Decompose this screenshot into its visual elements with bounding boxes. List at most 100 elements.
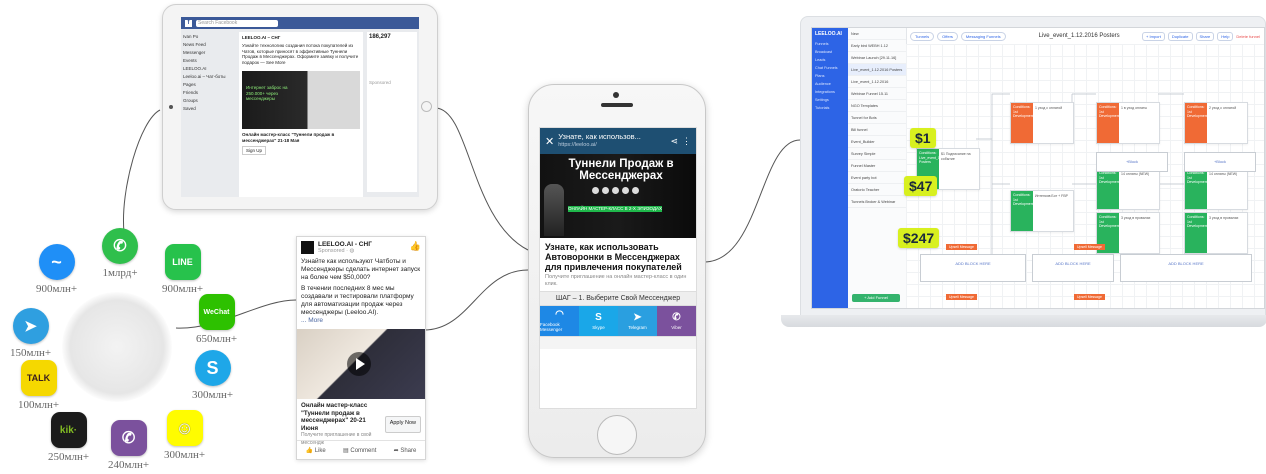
editor-nav-item[interactable]: Audience [812, 80, 848, 88]
funnel-list-item-selected[interactable]: Live_event_1.12.2016 Posters [848, 64, 906, 76]
node-text: 2 уход с оплатой [1209, 106, 1237, 110]
comment-button[interactable]: ▤ Comment [343, 447, 376, 454]
funnel-node[interactable]: Conditions: 1st Development 3 уход в про… [1184, 212, 1248, 254]
tab-tunnels[interactable]: Tunnels [910, 31, 935, 41]
app-kik: kik· 250млн+ [48, 412, 89, 463]
editor-nav-item[interactable]: Tutorials [812, 104, 848, 112]
funnel-node[interactable]: Conditions: 1st Development 1 уход с опл… [1010, 102, 1074, 144]
ad-headline: Онлайн мастер-класс "Туннели продаж в ме… [301, 402, 368, 432]
share-icon[interactable]: ⋖ [670, 136, 678, 147]
ad-more-link[interactable]: ... More [297, 317, 425, 325]
post-page-name[interactable]: LEELOO.AI – СНГ [242, 35, 360, 40]
funnel-list-item[interactable]: Oratorio Teacher [848, 184, 906, 196]
editor-nav-item[interactable]: Funnels [812, 40, 848, 48]
add-block-placeholder[interactable]: +Block [1096, 152, 1168, 172]
editor-nav-item[interactable]: Settings [812, 96, 848, 104]
share-button[interactable]: Share [1195, 31, 1215, 41]
app-telegram: ➤ 150млн+ [10, 308, 51, 359]
phone-home-button[interactable] [597, 415, 637, 455]
app-line: LINE 900млн+ [162, 244, 203, 295]
phone-screen: ✕ Узнате, как использов... https://leelo… [539, 127, 697, 409]
skype-icon: S [194, 350, 231, 386]
like-button[interactable]: 👍 Like [306, 447, 326, 454]
funnel-list-item[interactable]: Webinar Launch [29.11.16] [848, 52, 906, 64]
telegram-icon: ➤ [12, 308, 49, 344]
funnel-list-item[interactable]: Live_event_1.12.2016 [848, 76, 906, 88]
funnel-list-item[interactable]: NGO Templates [848, 100, 906, 112]
ad-video[interactable] [297, 329, 425, 399]
sidebar-item[interactable]: Events [183, 56, 235, 64]
editor-nav-item[interactable]: Broadcast [812, 48, 848, 56]
funnel-node[interactable]: Conditions: 1st Development 3 уход в про… [1096, 212, 1160, 254]
ad-page-name[interactable]: LEELOO.AI - СНГ [318, 241, 372, 248]
sidebar-item[interactable]: Groups [183, 96, 235, 104]
skype-icon: S [595, 311, 602, 323]
page-logo-icon [301, 241, 314, 254]
sidebar-item[interactable]: LEELOO.AI [183, 64, 235, 72]
price-badge: $247 [898, 228, 940, 248]
tab-offers[interactable]: Offers [937, 31, 958, 41]
sidebar-item[interactable]: Leeloo.ai – Чат-боты [183, 72, 235, 80]
sidebar-item[interactable]: Pages [183, 80, 235, 88]
more-menu-icon[interactable]: ⋮ [682, 136, 691, 147]
editor-nav-item[interactable]: Leads [812, 56, 848, 64]
messenger-button-telegram[interactable]: ➤ Telegram [618, 306, 657, 336]
facebook-right-column: 186,297 Sponsored [367, 32, 417, 192]
funnel-list-item[interactable]: Event_Builder [848, 136, 906, 148]
delete-funnel-button[interactable]: Delete funnel [1236, 34, 1260, 39]
messenger-button-facebook[interactable]: ◠ Facebook Messenger [540, 306, 579, 336]
funnel-canvas[interactable]: Conditions: Live_event_1.12.2016 Posters… [906, 44, 1264, 308]
apply-now-button[interactable]: Apply Now [384, 416, 421, 433]
funnel-list-item[interactable]: Funnel Master [848, 160, 906, 172]
duplicate-button[interactable]: Duplicate [1167, 31, 1193, 41]
node-header: Conditions: 1st Development [1097, 103, 1120, 143]
funnel-list-item[interactable]: Webinar Funnel 15.11 [848, 88, 906, 100]
editor-brand: LEELOO.AI [815, 31, 842, 37]
tab-messaging-funnels[interactable]: Messaging Funnels [960, 31, 1006, 41]
editor-nav-item[interactable]: Plans [812, 72, 848, 80]
post-cta-button[interactable]: Sign Up [242, 146, 267, 155]
sidebar-item[interactable]: Ivan Po [183, 32, 235, 40]
help-button[interactable]: Help [1217, 31, 1234, 41]
app-wechat: WeChat 650млн+ [196, 294, 237, 345]
funnel-list-item[interactable]: New [848, 28, 906, 40]
share-button[interactable]: ➦ Share [394, 447, 417, 454]
editor-nav-item[interactable]: Chat Funnels [812, 64, 848, 72]
funnel-node[interactable]: Conditions: 1st Development Интенсив Бот… [1010, 190, 1074, 232]
sidebar-item[interactable]: News Feed [183, 40, 235, 48]
funnel-node[interactable]: Conditions: 1st Development 14 оплаты (N… [1184, 168, 1248, 210]
upsell-tag: Upsell Message [1074, 294, 1105, 300]
add-funnel-button[interactable]: + Add Funnel [852, 294, 900, 302]
funnel-list-item[interactable]: Survey Simple [848, 148, 906, 160]
editor-nav-item[interactable]: Integrations [812, 88, 848, 96]
funnel-list-item[interactable]: Tunnels Broker & Webinar [848, 196, 906, 208]
add-block-placeholder[interactable]: ADD BLOCK HERE [920, 254, 1026, 282]
funnel-node[interactable]: Conditions: 1st Development 2 уход с опл… [1184, 102, 1248, 144]
play-icon[interactable] [347, 352, 371, 376]
hero-title: Туннели Продаж в Мессенджерах [568, 158, 674, 182]
landing-hero: Туннели Продаж в Мессенджерах ОНЛАЙН МАС… [540, 154, 696, 238]
funnel-list-item[interactable]: Tunnel for Bots [848, 112, 906, 124]
funnel-list-item[interactable]: Early bird WEBH 1.12 [848, 40, 906, 52]
add-block-placeholder[interactable]: +Block [1184, 152, 1256, 172]
post-image[interactable]: Интернет заброс на 250.000+ через мессен… [242, 71, 360, 129]
add-block-placeholder[interactable]: ADD BLOCK HERE [1032, 254, 1114, 282]
funnel-list-item[interactable]: Event party bot [848, 172, 906, 184]
funnel-title: Live_event_1.12.2016 Posters [1038, 33, 1120, 39]
sidebar-item[interactable]: Friends [183, 88, 235, 96]
funnel-node[interactable]: Conditions: 1st Development 1 в уход опл… [1096, 102, 1160, 144]
node-header: Conditions: 1st Development [1185, 213, 1208, 253]
messenger-button-skype[interactable]: S Skype [579, 306, 618, 336]
add-block-placeholder[interactable]: ADD BLOCK HERE [1120, 254, 1252, 282]
import-button[interactable]: + Import [1142, 31, 1165, 41]
facebook-search-input[interactable]: Search Facebook [196, 19, 278, 27]
thumbs-up-icon[interactable]: 👍 [410, 241, 421, 252]
funnel-list-item[interactable]: Bill funnel [848, 124, 906, 136]
messenger-dots [592, 187, 639, 194]
close-icon[interactable]: ✕ [545, 135, 554, 148]
sidebar-item[interactable]: Saved [183, 104, 235, 112]
app-count: 300млн+ [192, 389, 234, 401]
funnel-node[interactable]: Conditions: 1st Development 14 оплаты (N… [1096, 168, 1160, 210]
sidebar-item[interactable]: Messenger [183, 48, 235, 56]
messenger-button-viber[interactable]: ✆ Viber [657, 306, 696, 336]
